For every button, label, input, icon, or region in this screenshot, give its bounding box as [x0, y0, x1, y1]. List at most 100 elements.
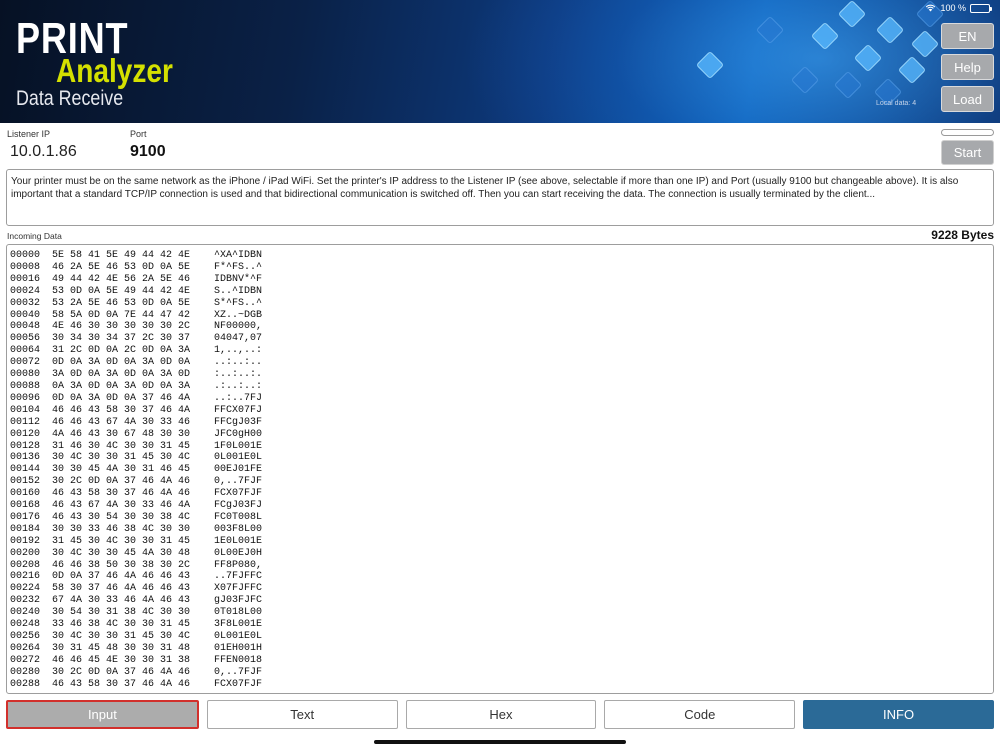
- hex-row: 00072 0D 0A 3A 0D 0A 3A 0D 0A..:..:..: [10, 357, 993, 369]
- hex-ascii: FF8P080,: [214, 559, 263, 571]
- hex-bytes: 30 30 45 4A 30 31 46 45: [52, 464, 191, 476]
- hex-bytes: 30 34 30 34 37 2C 30 37: [52, 333, 191, 345]
- hex-bytes: 30 4C 30 30 45 4A 30 48: [52, 547, 191, 559]
- port-label: Port: [130, 129, 147, 139]
- start-button[interactable]: Start: [941, 140, 994, 165]
- hex-offset: 00064: [10, 345, 41, 357]
- hex-row: 00224 58 30 37 46 4A 46 46 43 X07FJFFC: [10, 583, 993, 595]
- hex-bytes: 46 43 58 30 37 46 4A 46: [52, 678, 191, 690]
- hex-bytes: 3A 0D 0A 3A 0D 0A 3A 0D: [52, 369, 191, 381]
- hex-offset: 00000: [10, 250, 41, 261]
- hex-ascii: 0L001E0L: [214, 452, 263, 464]
- hex-bytes: 53 2A 5E 46 53 0D 0A 5E: [52, 297, 191, 309]
- header-banner: PRINT Analyzer Data Receive Local data: …: [0, 0, 1000, 123]
- hex-ascii: .:..:..:: [214, 380, 263, 392]
- view-tabs: Input Text Hex Code INFO: [6, 700, 994, 729]
- hex-offset: 00104: [10, 404, 41, 416]
- hex-row: 00176 46 43 30 54 30 30 38 4C FC0T008L: [10, 512, 993, 524]
- hex-row: 00200 30 4C 30 30 45 4A 30 48 0L00EJ0H: [10, 548, 993, 560]
- hex-bytes: 49 44 42 4E 56 2A 5E 46: [52, 273, 191, 285]
- instructions-text: Your printer must be on the same network…: [6, 169, 994, 226]
- hex-offset: 00056: [10, 333, 41, 345]
- hex-ascii: 04047,07: [214, 333, 263, 345]
- hex-ascii: 0L001E0L: [214, 631, 263, 642]
- hex-ascii: IDBNV*^F: [214, 273, 263, 285]
- hex-row: 00048 4E 46 30 30 30 30 30 2C NF00000,: [10, 321, 993, 333]
- hex-row: 00256 30 4C 30 30 31 45 30 4C 0L001E0L: [10, 631, 993, 643]
- hex-offset: 00272: [10, 654, 41, 666]
- hex-ascii: 0L00EJ0H: [214, 547, 263, 559]
- tab-hex[interactable]: Hex: [405, 700, 597, 729]
- hex-ascii: ..7FJFFC: [214, 571, 263, 583]
- tab-input[interactable]: Input: [6, 700, 199, 729]
- hex-offset: 00224: [10, 583, 41, 595]
- local-data-label: Local data: 4: [876, 100, 917, 107]
- hex-bytes: 0D 0A 37 46 4A 46 46 43: [52, 571, 191, 583]
- hex-bytes: 30 2C 0D 0A 37 46 4A 46: [52, 476, 191, 488]
- hex-row: 00248 33 46 38 4C 30 30 31 45 3F8L001E: [10, 619, 993, 631]
- hex-row: 00088 0A 3A 0D 0A 3A 0D 0A 3A.:..:..:: [10, 381, 993, 393]
- hex-row: 00056 30 34 30 34 37 2C 30 37 04047,07: [10, 333, 993, 345]
- help-button[interactable]: Help: [941, 54, 994, 80]
- hex-row: 00288 46 43 58 30 37 46 4A 46 FCX07FJF: [10, 679, 993, 691]
- hex-offset: 00288: [10, 678, 41, 690]
- hex-bytes: 0D 0A 3A 0D 0A 3A 0D 0A: [52, 357, 191, 369]
- hex-offset: 00280: [10, 666, 41, 678]
- hex-row: 00144 30 30 45 4A 30 31 46 45 00EJ01FE: [10, 464, 993, 476]
- hex-offset: 00152: [10, 476, 41, 488]
- hex-row: 00104 46 46 43 58 30 37 46 4A FFCX07FJ: [10, 405, 993, 417]
- hex-ascii: S..^IDBN: [214, 285, 263, 297]
- hex-bytes: 46 46 45 4E 30 30 31 38: [52, 654, 191, 666]
- hex-offset: 00208: [10, 559, 41, 571]
- wifi-icon: [926, 4, 936, 12]
- language-button[interactable]: EN: [941, 23, 994, 49]
- hex-row: 00152 30 2C 0D 0A 37 46 4A 46 0,..7FJF: [10, 476, 993, 488]
- port-field[interactable]: 9100: [130, 143, 166, 161]
- hex-bytes: 0D 0A 3A 0D 0A 37 46 4A: [52, 392, 191, 404]
- hex-bytes: 5E 58 41 5E 49 44 42 4E: [52, 250, 191, 261]
- hex-ascii: NF00000,: [214, 321, 263, 333]
- hex-offset: 00112: [10, 416, 41, 428]
- receive-progress-bar: [941, 129, 994, 136]
- hex-row: 00120 4A 46 43 30 67 48 30 30 JFC0gH00: [10, 429, 993, 441]
- hex-bytes: 31 46 30 4C 30 30 31 45: [52, 440, 191, 452]
- incoming-data-view[interactable]: 00000 5E 58 41 5E 49 44 42 4E ^XA^IDBN 0000…: [6, 244, 994, 694]
- hex-ascii: JFC0gH00: [214, 428, 263, 440]
- hex-row: 00064 31 2C 0D 0A 2C 0D 0A 3A 1,..,..:: [10, 345, 993, 357]
- hex-offset: 00144: [10, 464, 41, 476]
- hex-offset: 00088: [10, 380, 41, 392]
- hex-offset: 00040: [10, 309, 41, 321]
- hex-offset: 00232: [10, 595, 41, 607]
- hex-bytes: 30 2C 0D 0A 37 46 4A 46: [52, 666, 191, 678]
- hex-row: 00264 30 31 45 48 30 30 31 48 01EH001H: [10, 643, 993, 655]
- hex-ascii: X07FJFFC: [214, 583, 263, 595]
- tab-info[interactable]: INFO: [803, 700, 994, 729]
- hex-offset: 00096: [10, 392, 41, 404]
- hex-bytes: 30 54 30 31 38 4C 30 30: [52, 607, 191, 619]
- hex-ascii: FCX07FJF: [214, 488, 263, 500]
- byte-count: 9228 Bytes: [931, 228, 994, 242]
- hex-offset: 00200: [10, 547, 41, 559]
- hex-bytes: 46 2A 5E 46 53 0D 0A 5E: [52, 261, 191, 273]
- listener-ip-select[interactable]: 10.0.1.86: [10, 143, 77, 161]
- hex-row: 00280 30 2C 0D 0A 37 46 4A 46 0,..7FJF: [10, 667, 993, 679]
- tab-code[interactable]: Code: [604, 700, 796, 729]
- hex-bytes: 46 43 30 54 30 30 38 4C: [52, 511, 191, 523]
- hex-row: 00016 49 44 42 4E 56 2A 5E 46 IDBNV*^F: [10, 274, 993, 286]
- hex-bytes: 46 46 38 50 30 38 30 2C: [52, 559, 191, 571]
- logo-analyzer: Analyzer: [56, 52, 173, 89]
- tab-text[interactable]: Text: [206, 700, 398, 729]
- hex-ascii: 01EH001H: [214, 642, 263, 654]
- hex-row: 00080 3A 0D 0A 3A 0D 0A 3A 0D:..:..:.: [10, 369, 993, 381]
- hex-offset: 00216: [10, 571, 41, 583]
- hex-ascii: XZ..~DGB: [214, 309, 263, 321]
- hex-offset: 00024: [10, 285, 41, 297]
- battery-icon: [970, 3, 992, 13]
- hex-row: 00000 5E 58 41 5E 49 44 42 4E ^XA^IDBN: [10, 250, 993, 262]
- hex-ascii: ..:..:..: [214, 357, 263, 369]
- hex-row: 00008 46 2A 5E 46 53 0D 0A 5E F*^FS..^: [10, 262, 993, 274]
- banner-glow: [460, 0, 1000, 123]
- hex-bytes: 46 43 58 30 37 46 4A 46: [52, 488, 191, 500]
- load-button[interactable]: Load: [941, 86, 994, 112]
- hex-bytes: 33 46 38 4C 30 30 31 45: [52, 619, 191, 631]
